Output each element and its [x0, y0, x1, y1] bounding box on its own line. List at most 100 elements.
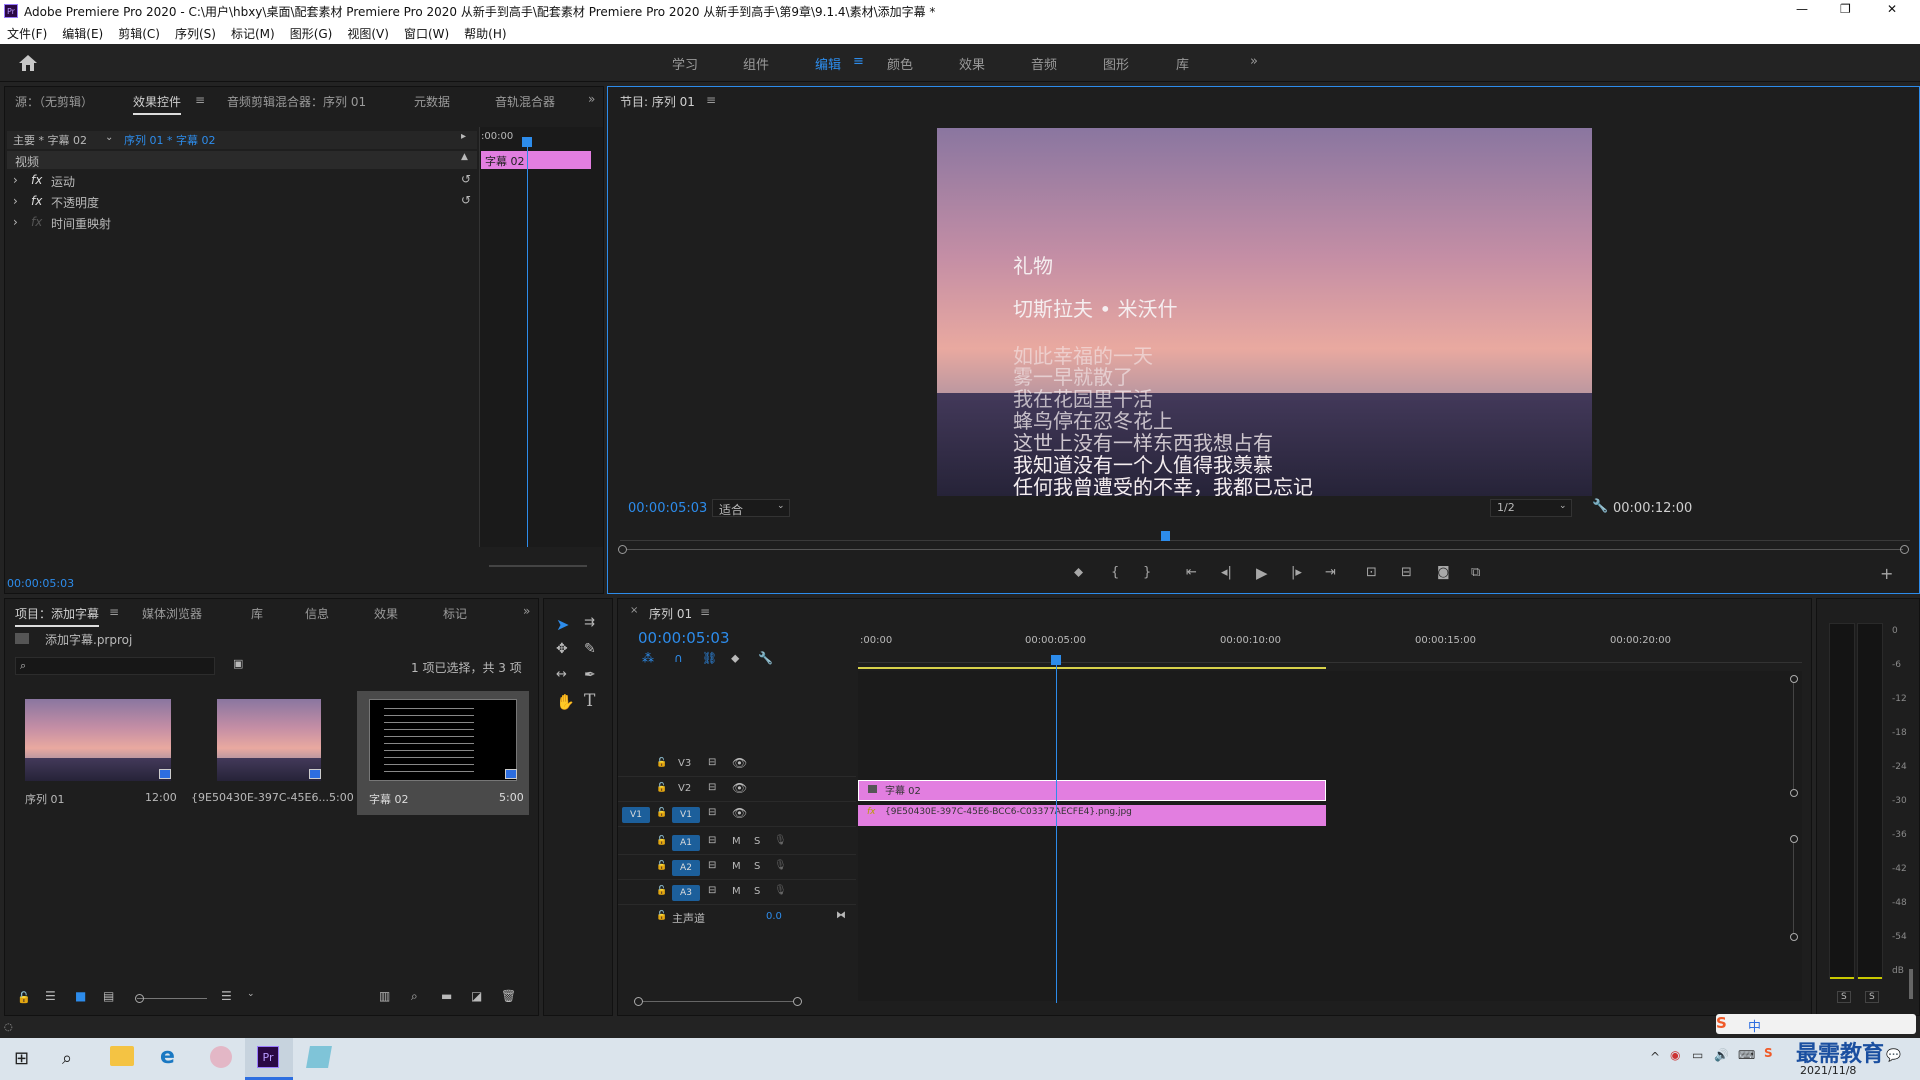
tab-audio-track-mixer[interactable]: 音轨混合器: [495, 93, 555, 110]
find-icon[interactable]: ⌕: [411, 989, 418, 1004]
eye-icon[interactable]: 👁: [732, 781, 747, 795]
trash-icon[interactable]: 🗑: [501, 989, 516, 1003]
source-patch-v1[interactable]: V1: [622, 807, 650, 823]
workspace-learn[interactable]: 学习: [672, 54, 698, 73]
track-target-a3[interactable]: A3: [672, 885, 700, 901]
timeline-timecode[interactable]: 00:00:05:03: [638, 629, 730, 647]
track-target-a1[interactable]: A1: [672, 835, 700, 851]
horizontal-scroll-start[interactable]: [634, 997, 643, 1006]
audio-scroll-top[interactable]: [1790, 835, 1798, 843]
project-item-image[interactable]: {9E50430E-397C-45E6... 5:00: [187, 691, 354, 811]
workspace-assembly[interactable]: 组件: [743, 54, 769, 73]
close-tab-icon[interactable]: ×: [630, 605, 638, 616]
panel-menu-icon[interactable]: ≡: [700, 605, 710, 619]
notification-icon[interactable]: 💬: [1886, 1048, 1901, 1062]
ripple-edit-tool-icon[interactable]: ✥: [556, 641, 568, 657]
master-volume[interactable]: 0.0: [766, 911, 782, 922]
track-select-tool-icon[interactable]: ⇉: [584, 615, 595, 630]
panel-menu-icon[interactable]: ≡: [109, 605, 119, 619]
effect-timecode[interactable]: 00:00:05:03: [7, 577, 74, 590]
project-search-input[interactable]: ⌕: [15, 657, 215, 675]
network-icon[interactable]: ▭: [1692, 1048, 1703, 1062]
sort-icon[interactable]: ☰: [221, 989, 232, 1003]
extract-icon[interactable]: ⊟: [1401, 565, 1412, 580]
mark-out-icon[interactable]: }: [1143, 565, 1151, 580]
lock-icon[interactable]: 🔓: [656, 861, 667, 871]
mark-in-icon[interactable]: {: [1111, 565, 1119, 580]
mini-playhead[interactable]: [527, 139, 528, 547]
home-icon[interactable]: [18, 54, 38, 72]
zoom-slider[interactable]: [137, 998, 207, 999]
linked-selection-icon[interactable]: ⛓: [702, 651, 717, 665]
expand-icon[interactable]: ›: [13, 194, 18, 208]
lock-icon[interactable]: 🔓: [17, 991, 31, 1004]
program-monitor-title[interactable]: 节目: 序列 01: [620, 93, 695, 110]
microphone-icon[interactable]: 🎙: [774, 885, 787, 896]
automate-to-sequence-icon[interactable]: ▥: [379, 989, 390, 1003]
zoom-slider-handle[interactable]: [135, 994, 144, 1003]
windows-start-icon[interactable]: ⊞: [14, 1048, 29, 1069]
effect-scrollbar[interactable]: [489, 565, 587, 567]
project-item-sequence[interactable]: 序列 01 12:00: [15, 691, 179, 811]
track-label[interactable]: V3: [678, 758, 691, 769]
reset-icon[interactable]: ↺: [461, 172, 471, 186]
timeline-playhead[interactable]: [1056, 663, 1057, 1003]
solo-button[interactable]: S: [754, 886, 760, 897]
menu-view[interactable]: 视图(V): [340, 22, 397, 42]
menu-window[interactable]: 窗口(W): [397, 22, 457, 42]
track-label[interactable]: V2: [678, 783, 691, 794]
wrench-icon[interactable]: 🔧: [1592, 499, 1608, 514]
workspace-color[interactable]: 颜色: [887, 54, 913, 73]
workspace-menu-icon[interactable]: ≡: [853, 54, 864, 69]
clip-caption-v2[interactable]: [858, 780, 1326, 801]
sogou-icon[interactable]: S: [1716, 1014, 1727, 1032]
sync-lock-icon[interactable]: ⊟: [708, 807, 716, 818]
app-icon-2[interactable]: [306, 1046, 332, 1068]
program-playhead[interactable]: [1161, 531, 1170, 541]
maximize-button[interactable]: ❐: [1840, 2, 1851, 16]
audio-scroll-track[interactable]: [1793, 843, 1794, 933]
ime-tray-icon[interactable]: ⌨: [1738, 1048, 1755, 1062]
add-marker-icon[interactable]: ⬥: [731, 651, 739, 666]
panel-overflow-icon[interactable]: »: [523, 604, 530, 618]
chevron-down-icon[interactable]: ⌄: [105, 132, 113, 143]
scroll-up-icon[interactable]: ▲: [461, 152, 468, 162]
sync-lock-icon[interactable]: ⊟: [708, 757, 716, 768]
expand-icon[interactable]: ›: [13, 173, 18, 187]
step-forward-icon[interactable]: |▸: [1291, 565, 1302, 580]
vertical-scroll-track[interactable]: [1793, 683, 1794, 789]
meter-solo-left[interactable]: S: [1837, 991, 1851, 1003]
source-clip-label[interactable]: 主要 * 字幕 02: [13, 132, 87, 148]
tab-effect-controls[interactable]: 效果控件: [133, 93, 182, 115]
menu-sequence[interactable]: 序列(S): [168, 22, 224, 42]
audio-scroll-bottom[interactable]: [1790, 933, 1798, 941]
mini-playhead-handle[interactable]: [522, 137, 532, 147]
pen-tool-icon[interactable]: ✒: [584, 667, 596, 683]
menu-marker[interactable]: 标记(M): [224, 22, 283, 42]
panel-menu-icon[interactable]: ≡: [706, 93, 716, 107]
sync-lock-icon[interactable]: ⊟: [708, 860, 716, 871]
workspace-audio[interactable]: 音频: [1031, 54, 1057, 73]
hand-tool-icon[interactable]: ✋: [556, 693, 575, 711]
menu-graphics[interactable]: 图形(G): [283, 22, 341, 42]
panel-overflow-icon[interactable]: »: [588, 92, 595, 106]
effect-row-opacity[interactable]: › fx 不透明度 ↺: [11, 193, 477, 214]
expand-icon[interactable]: ›: [13, 215, 18, 229]
tab-markers[interactable]: 标记: [443, 605, 467, 622]
tray-chevron-up-icon[interactable]: ^: [1650, 1050, 1660, 1064]
lock-icon[interactable]: 🔓: [656, 911, 667, 921]
new-bin-icon[interactable]: ▬: [441, 989, 452, 1003]
sync-lock-icon[interactable]: ⊟: [708, 885, 716, 896]
eye-icon[interactable]: 👁: [732, 756, 747, 770]
solo-button[interactable]: S: [754, 836, 760, 847]
reset-icon[interactable]: ↺: [461, 193, 471, 207]
lock-icon[interactable]: 🔓: [656, 758, 667, 768]
tab-source[interactable]: 源：（无剪辑）: [15, 93, 93, 110]
meter-solo-right[interactable]: S: [1865, 991, 1879, 1003]
button-editor-plus-icon[interactable]: +: [1880, 564, 1893, 583]
lock-icon[interactable]: 🔓: [656, 886, 667, 896]
menu-help[interactable]: 帮助(H): [457, 22, 514, 42]
meter-scrollbar[interactable]: [1909, 969, 1913, 999]
tab-effects[interactable]: 效果: [374, 605, 398, 622]
sync-lock-icon[interactable]: ⊟: [708, 782, 716, 793]
